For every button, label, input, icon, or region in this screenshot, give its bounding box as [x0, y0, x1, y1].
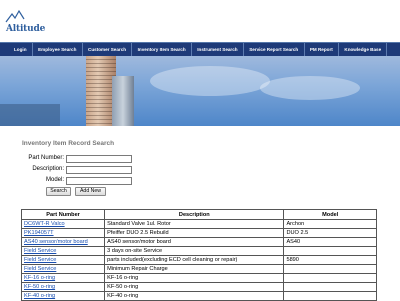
table-row: KF-16 o-ring KF-16 o-ring: [20, 273, 377, 283]
model-cell: [283, 282, 377, 292]
model-cell: AS40: [283, 237, 377, 247]
table-row: KF-40 o-ring KF-40 o-ring: [20, 291, 377, 301]
description-cell: Minimum Repair Charge: [104, 264, 285, 274]
part-number-link[interactable]: PK194057T: [24, 230, 54, 236]
description-cell: KF-50 o-ring: [104, 282, 285, 292]
description-cell: KF-40 o-ring: [104, 291, 285, 301]
description-input[interactable]: [66, 166, 132, 174]
nav-knowledge-base[interactable]: Knowledge Base: [339, 43, 388, 57]
table-row: PK194057T Pfeiffer DUO 2.5 Rebuild DUO 2…: [20, 228, 377, 238]
part-number-link[interactable]: DC6WT-R Valco: [24, 221, 65, 227]
description-cell: AS40 sensor/motor board: [104, 237, 285, 247]
part-number-link[interactable]: Field Service: [24, 248, 56, 254]
nav-employee-search[interactable]: Employee Search: [33, 43, 83, 57]
table-row: Field Service 3 days on-site Service: [20, 246, 377, 256]
description-cell: parts included(excluding ECD cell cleani…: [104, 255, 285, 265]
nav-customer-search[interactable]: Customer Search: [83, 43, 133, 57]
results-table: Part Number Description Model DC6WT-R Va…: [20, 209, 377, 301]
left-margin: [0, 126, 14, 300]
table-row: Field Service Minimum Repair Charge: [20, 264, 377, 274]
company-logo[interactable]: Altitude: [4, 6, 64, 36]
description-cell: KF-16 o-ring: [104, 273, 285, 283]
column-header-model: Model: [283, 209, 377, 220]
model-cell: [283, 264, 377, 274]
description-label: Description:: [32, 166, 64, 172]
mountain-logo-icon: [5, 9, 25, 23]
description-cell: Standard Valve 1ul. Rotor: [104, 219, 285, 229]
model-cell: [283, 273, 377, 283]
logo-text: Altitude: [6, 24, 46, 34]
part-number-link[interactable]: Field Service: [24, 266, 56, 272]
header: Altitude: [0, 0, 400, 40]
search-button[interactable]: Search: [46, 187, 71, 196]
column-header-part-number: Part Number: [20, 209, 106, 220]
part-number-link[interactable]: KF-16 o-ring: [24, 275, 55, 281]
part-number-input[interactable]: [66, 155, 132, 163]
content-panel: Inventory Item Record Search Part Number…: [14, 126, 385, 301]
column-header-description: Description: [104, 209, 285, 220]
part-number-label: Part Number:: [28, 155, 64, 161]
table-row: AS40 sensor/motor board AS40 sensor/moto…: [20, 237, 377, 247]
model-cell: [283, 246, 377, 256]
part-number-link[interactable]: KF-50 o-ring: [24, 284, 55, 290]
part-number-link[interactable]: AS40 sensor/motor board: [24, 239, 88, 245]
right-margin: [385, 126, 400, 300]
table-header-row: Part Number Description Model: [20, 209, 377, 220]
model-cell: 5890: [283, 255, 377, 265]
part-number-link[interactable]: Field Service: [24, 257, 56, 263]
nav-instrument-search[interactable]: Instrument Search: [192, 43, 244, 57]
nav-login[interactable]: Login: [0, 43, 33, 57]
description-cell: 3 days on-site Service: [104, 246, 285, 256]
table-row: Field Service parts included(excluding E…: [20, 255, 377, 265]
nav-inventory-item-search[interactable]: Inventory Item Search: [132, 43, 192, 57]
model-cell: DUO 2.5: [283, 228, 377, 238]
page-title: Inventory Item Record Search: [22, 140, 115, 147]
nav-service-report-search[interactable]: Service Report Search: [244, 43, 305, 57]
table-row: KF-50 o-ring KF-50 o-ring: [20, 282, 377, 292]
table-row: DC6WT-R Valco Standard Valve 1ul. Rotor …: [20, 219, 377, 229]
model-label: Model:: [45, 177, 64, 183]
main-navigation: Login Employee Search Customer Search In…: [0, 42, 400, 57]
add-new-button[interactable]: Add New: [75, 187, 106, 196]
model-cell: [283, 291, 377, 301]
model-input[interactable]: [66, 177, 132, 185]
part-number-link[interactable]: KF-40 o-ring: [24, 293, 55, 299]
description-cell: Pfeiffer DUO 2.5 Rebuild: [104, 228, 285, 238]
header-banner-image: [0, 56, 400, 126]
model-cell: Archon: [283, 219, 377, 229]
nav-pm-report[interactable]: PM Report: [305, 43, 340, 57]
